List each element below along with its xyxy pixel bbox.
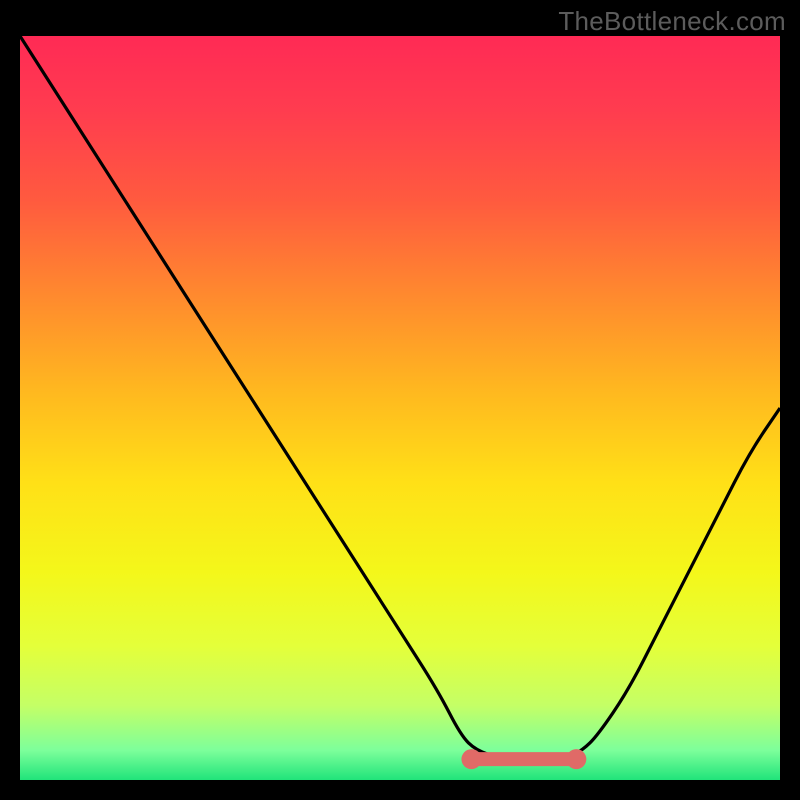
chart-canvas: TheBottleneck.com [0, 0, 800, 800]
plot-area [20, 36, 780, 780]
marker-layer [20, 36, 780, 780]
watermark-text: TheBottleneck.com [558, 6, 786, 37]
optimal-range-marker [461, 749, 586, 769]
